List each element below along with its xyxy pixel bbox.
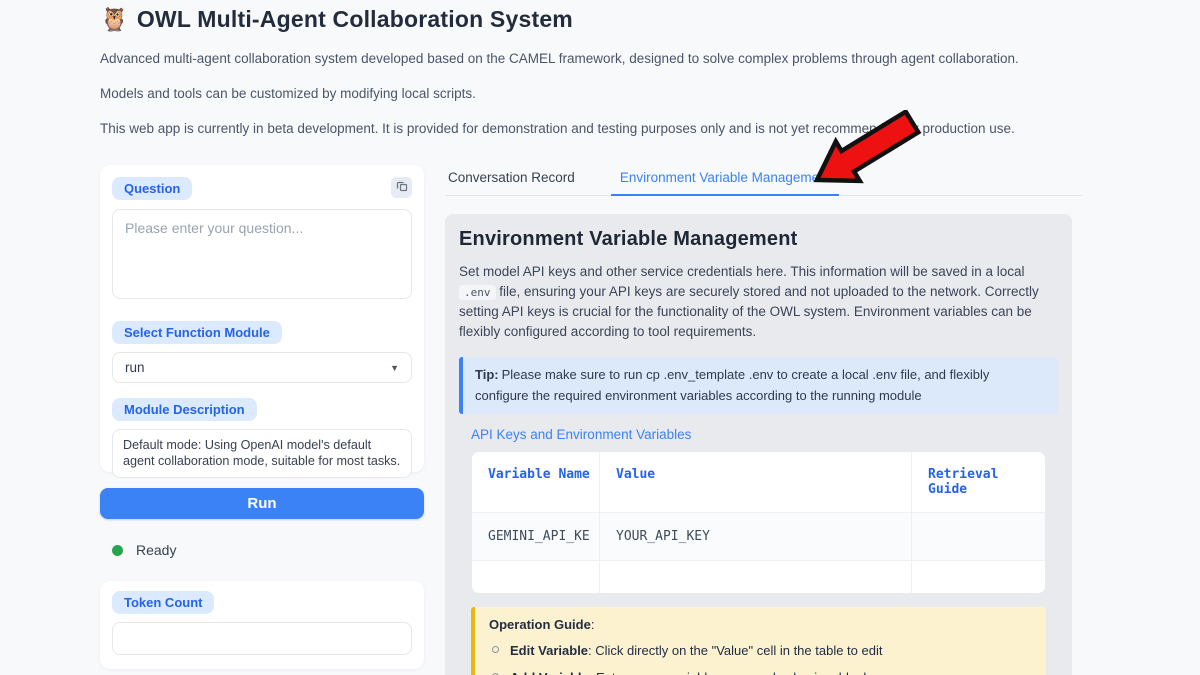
tip-text: Please make sure to run cp .env_template… [475,367,989,402]
operation-guide-title: Operation Guide: [489,617,1032,632]
guide-item-edit-text: : Click directly on the "Value" cell in … [588,643,882,658]
tip-callout: Tip:Please make sure to run cp .env_temp… [459,357,1058,413]
tip-label: Tip: [475,367,499,382]
table-row: GEMINI_API_KE YOUR_API_KEY [472,513,1045,561]
intro-text-1: Set model API keys and other service cre… [459,264,1025,279]
status-text: Ready [136,542,176,558]
page-title: 🦉 OWL Multi-Agent Collaboration System [100,6,1110,33]
tab-conversation-record[interactable]: Conversation Record [445,165,584,196]
copy-button[interactable] [391,177,412,198]
guide-item-edit-bold: Edit Variable [510,643,588,658]
module-select-dropdown[interactable]: run ▼ [112,352,412,383]
header-description-1: Advanced multi-agent collaboration syste… [100,50,1110,68]
main-panel: Conversation Record Environment Variable… [445,165,1082,675]
cell-variable-name[interactable] [472,561,599,593]
env-panel-intro: Set model API keys and other service cre… [459,262,1058,341]
cell-retrieval-guide[interactable] [911,561,1045,593]
env-variable-table: Variable Name Value Retrieval Guide GEMI… [471,451,1046,594]
left-panel: Question Select Function Module run ▼ Mo… [100,165,424,675]
status-dot-icon [112,545,123,556]
page-title-text: OWL Multi-Agent Collaboration System [137,6,573,33]
run-button[interactable]: Run [100,488,424,519]
env-panel-title: Environment Variable Management [459,228,1058,251]
status-row: Ready [100,542,424,558]
guide-item-edit: Edit Variable: Click directly on the "Va… [489,642,1032,660]
owl-emoji-icon: 🦉 [100,6,129,33]
env-file-code-chip: .env [459,285,496,300]
copy-icon [396,180,408,195]
intro-text-2: file, ensuring your API keys are securel… [459,284,1039,339]
module-select-value: run [125,360,145,375]
cell-value[interactable] [599,561,911,593]
question-input[interactable] [112,209,412,299]
module-description-label: Module Description [112,398,257,421]
token-count-label: Token Count [112,591,214,614]
question-label: Question [112,177,192,200]
operation-guide-title-suffix: : [591,617,595,632]
table-header-row: Variable Name Value Retrieval Guide [472,452,1045,513]
column-header-variable-name: Variable Name [472,452,599,512]
guide-item-add-bold: Add Variable [510,670,589,675]
question-card: Question Select Function Module run ▼ Mo… [100,165,424,472]
chevron-down-icon: ▼ [390,363,399,373]
api-keys-section-link[interactable]: API Keys and Environment Variables [471,427,1058,442]
tab-environment-variable-management[interactable]: Environment Variable Management [611,165,840,196]
cell-value[interactable]: YOUR_API_KEY [599,513,911,560]
cell-retrieval-guide[interactable] [911,513,1045,560]
module-description-text: Default mode: Using OpenAI model's defau… [112,429,412,478]
header-description-3: This web app is currently in beta develo… [100,120,1110,138]
column-header-retrieval-guide: Retrieval Guide [911,452,1045,512]
cell-variable-name[interactable]: GEMINI_API_KE [472,513,599,560]
tab-bar: Conversation Record Environment Variable… [445,165,1082,196]
operation-guide-list: Edit Variable: Click directly on the "Va… [489,642,1032,675]
guide-item-add-text: : Enter a new variable name and value in… [589,670,895,675]
guide-item-add: Add Variable: Enter a new variable name … [489,669,1032,675]
operation-guide-title-bold: Operation Guide [489,617,591,632]
env-variable-panel: Environment Variable Management Set mode… [445,214,1072,675]
column-header-value: Value [599,452,911,512]
token-count-card: Token Count [100,581,424,669]
page-header: 🦉 OWL Multi-Agent Collaboration System A… [100,6,1110,139]
token-count-input[interactable] [112,622,412,655]
operation-guide-callout: Operation Guide: Edit Variable: Click di… [471,607,1046,675]
module-select-label: Select Function Module [112,321,282,344]
table-row [472,561,1045,593]
header-description-2: Models and tools can be customized by mo… [100,85,1110,103]
